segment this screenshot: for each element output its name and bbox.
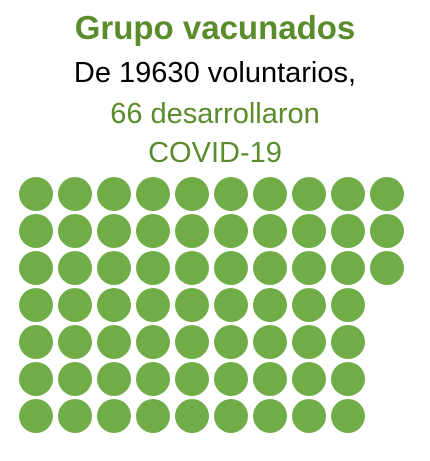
case-dot	[19, 325, 53, 359]
case-dot	[58, 399, 92, 433]
case-dot	[253, 325, 287, 359]
case-dot	[136, 214, 170, 248]
case-dot	[214, 214, 248, 248]
case-dot	[175, 214, 209, 248]
case-dot	[253, 214, 287, 248]
case-dot	[253, 362, 287, 396]
case-dot	[136, 399, 170, 433]
case-dot	[331, 325, 365, 359]
case-dot	[175, 288, 209, 322]
case-dot	[175, 399, 209, 433]
case-dot	[292, 214, 326, 248]
case-dot	[292, 399, 326, 433]
case-dot	[253, 177, 287, 211]
case-dot	[97, 214, 131, 248]
case-dot	[175, 251, 209, 285]
case-dot	[136, 251, 170, 285]
case-dot	[175, 325, 209, 359]
chart-page: Grupo vacunados De 19630 voluntarios, 66…	[0, 0, 430, 461]
case-dot	[292, 325, 326, 359]
case-dot	[97, 288, 131, 322]
case-dot	[136, 325, 170, 359]
case-dot	[58, 288, 92, 322]
case-dot	[214, 362, 248, 396]
case-dot	[331, 288, 365, 322]
case-dot	[331, 399, 365, 433]
case-dot	[214, 251, 248, 285]
case-dot	[97, 362, 131, 396]
case-dot	[253, 251, 287, 285]
case-dot	[19, 288, 53, 322]
case-dot	[331, 177, 365, 211]
case-dot	[175, 177, 209, 211]
case-dot	[253, 288, 287, 322]
case-dot	[19, 362, 53, 396]
case-dot	[58, 214, 92, 248]
case-dot	[97, 399, 131, 433]
case-dot	[292, 362, 326, 396]
case-dot	[97, 251, 131, 285]
case-dot	[136, 362, 170, 396]
dot-grid	[19, 177, 404, 433]
case-dot	[370, 251, 404, 285]
case-dot	[19, 177, 53, 211]
case-dot	[292, 251, 326, 285]
case-dot	[136, 288, 170, 322]
case-dot	[19, 214, 53, 248]
case-dot	[58, 325, 92, 359]
case-dot	[58, 362, 92, 396]
case-dot	[331, 214, 365, 248]
case-dot	[58, 251, 92, 285]
case-dot	[214, 288, 248, 322]
case-dot	[214, 325, 248, 359]
case-dot	[253, 399, 287, 433]
case-dot	[214, 399, 248, 433]
case-dot	[214, 177, 248, 211]
case-dot	[58, 177, 92, 211]
case-dot	[19, 251, 53, 285]
case-dot	[331, 362, 365, 396]
case-dot	[136, 177, 170, 211]
case-dot	[370, 214, 404, 248]
case-dot	[292, 288, 326, 322]
case-dot	[175, 362, 209, 396]
case-dot	[19, 399, 53, 433]
case-dot	[97, 325, 131, 359]
case-dot	[370, 177, 404, 211]
case-dot	[292, 177, 326, 211]
case-dot	[331, 251, 365, 285]
case-dot	[97, 177, 131, 211]
